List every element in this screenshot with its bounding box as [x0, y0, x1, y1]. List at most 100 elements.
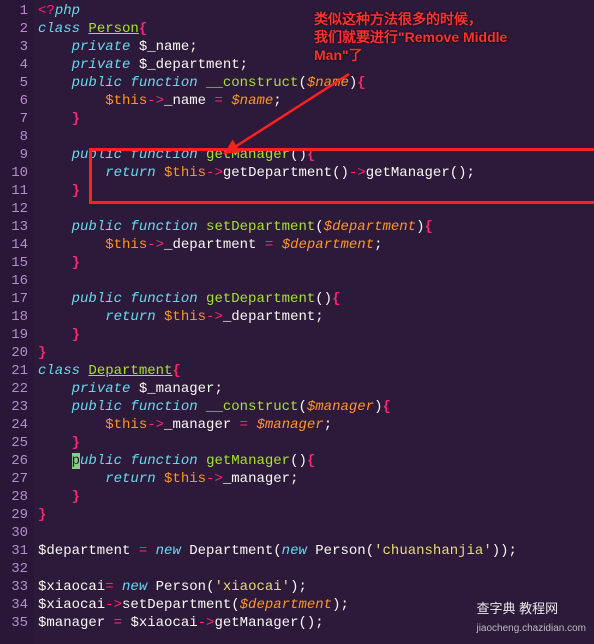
line-number: 13: [0, 218, 28, 236]
token: (: [273, 543, 281, 559]
code-line[interactable]: $this->_manager = $manager;: [38, 416, 594, 434]
code-line[interactable]: }: [38, 326, 594, 344]
code-line[interactable]: return $this->_manager;: [38, 470, 594, 488]
token: [38, 165, 105, 181]
token: getManager: [214, 615, 298, 631]
code-line[interactable]: [38, 200, 594, 218]
line-number: 31: [0, 542, 28, 560]
token: [38, 93, 105, 109]
token: =: [105, 579, 122, 595]
token: php: [55, 3, 80, 19]
code-line[interactable]: }: [38, 344, 594, 362]
code-line[interactable]: }: [38, 488, 594, 506]
line-number: 34: [0, 596, 28, 614]
code-line[interactable]: public function __construct($name){: [38, 74, 594, 92]
token: $xiaocai: [38, 597, 105, 613]
code-line[interactable]: [38, 524, 594, 542]
token: $department: [240, 597, 332, 613]
token: ): [416, 219, 424, 235]
token: getDepartment: [206, 291, 315, 307]
token: {: [383, 399, 391, 415]
token: [38, 57, 72, 73]
watermark-sub: jiaocheng.chazidian.com: [476, 623, 586, 634]
code-line[interactable]: return $this->_department;: [38, 308, 594, 326]
token: $manager: [256, 417, 323, 433]
line-number: 17: [0, 290, 28, 308]
token: return: [105, 309, 164, 325]
line-number: 4: [0, 56, 28, 74]
token: (: [298, 399, 306, 415]
token: ;: [214, 381, 222, 397]
code-line[interactable]: }: [38, 182, 594, 200]
line-number: 19: [0, 326, 28, 344]
token: (): [298, 615, 315, 631]
token: [38, 309, 105, 325]
code-line[interactable]: [38, 128, 594, 146]
code-line[interactable]: [38, 272, 594, 290]
token: _manager: [164, 417, 240, 433]
line-number: 23: [0, 398, 28, 416]
token: (: [366, 543, 374, 559]
token: __construct: [206, 399, 298, 415]
token: [38, 399, 72, 415]
token: [38, 111, 72, 127]
token: function: [130, 453, 206, 469]
token: ->: [349, 165, 366, 181]
token: (): [290, 453, 307, 469]
token: [38, 453, 72, 469]
token: $this: [164, 165, 206, 181]
token: Department: [88, 363, 172, 379]
code-line[interactable]: public function setDepartment($departmen…: [38, 218, 594, 236]
token: [38, 471, 105, 487]
annotation-line1: 类似这种方法很多的时候，: [314, 10, 507, 28]
token: 'chuanshanjia': [374, 543, 492, 559]
code-line[interactable]: $this->_department = $department;: [38, 236, 594, 254]
line-number: 9: [0, 146, 28, 164]
token: return: [105, 471, 164, 487]
token: $manager: [307, 399, 374, 415]
code-line[interactable]: return $this->getDepartment()->getManage…: [38, 164, 594, 182]
token: class: [38, 363, 88, 379]
token: }: [72, 327, 80, 343]
code-line[interactable]: private $_manager;: [38, 380, 594, 398]
token: $name: [307, 75, 349, 91]
token: }: [38, 507, 46, 523]
code-line[interactable]: public function getManager(){: [38, 452, 594, 470]
token: new: [282, 543, 316, 559]
token: return: [105, 165, 164, 181]
code-area[interactable]: 类似这种方法很多的时候， 我们就要进行"Remove Middle Man"了 …: [34, 0, 594, 644]
code-line[interactable]: $department = new Department(new Person(…: [38, 542, 594, 560]
line-number: 30: [0, 524, 28, 542]
token: ;: [189, 39, 197, 55]
token: {: [307, 147, 315, 163]
code-line[interactable]: $xiaocai= new Person('xiaocai');: [38, 578, 594, 596]
token: private: [72, 57, 139, 73]
code-editor[interactable]: 1234567891011121314151617181920212223242…: [0, 0, 594, 644]
code-line[interactable]: }: [38, 434, 594, 452]
token: $_name: [139, 39, 189, 55]
token: {: [332, 291, 340, 307]
code-line[interactable]: $this->_name = $name;: [38, 92, 594, 110]
code-line[interactable]: }: [38, 254, 594, 272]
code-line[interactable]: }: [38, 506, 594, 524]
annotation-callout: 类似这种方法很多的时候， 我们就要进行"Remove Middle Man"了: [314, 10, 507, 64]
token: =: [265, 237, 282, 253]
token: ;: [315, 615, 323, 631]
line-number: 8: [0, 128, 28, 146]
token: [38, 183, 72, 199]
line-number: 18: [0, 308, 28, 326]
line-number: 10: [0, 164, 28, 182]
code-line[interactable]: }: [38, 110, 594, 128]
code-line[interactable]: public function getDepartment(){: [38, 290, 594, 308]
line-number: 14: [0, 236, 28, 254]
code-line[interactable]: public function __construct($manager){: [38, 398, 594, 416]
token: [38, 255, 72, 271]
token: private: [72, 39, 139, 55]
token: Person: [88, 21, 138, 37]
code-line[interactable]: public function getManager(){: [38, 146, 594, 164]
token: ->: [105, 597, 122, 613]
code-line[interactable]: class Department{: [38, 362, 594, 380]
code-line[interactable]: [38, 560, 594, 578]
token: [38, 147, 72, 163]
token: (): [315, 291, 332, 307]
